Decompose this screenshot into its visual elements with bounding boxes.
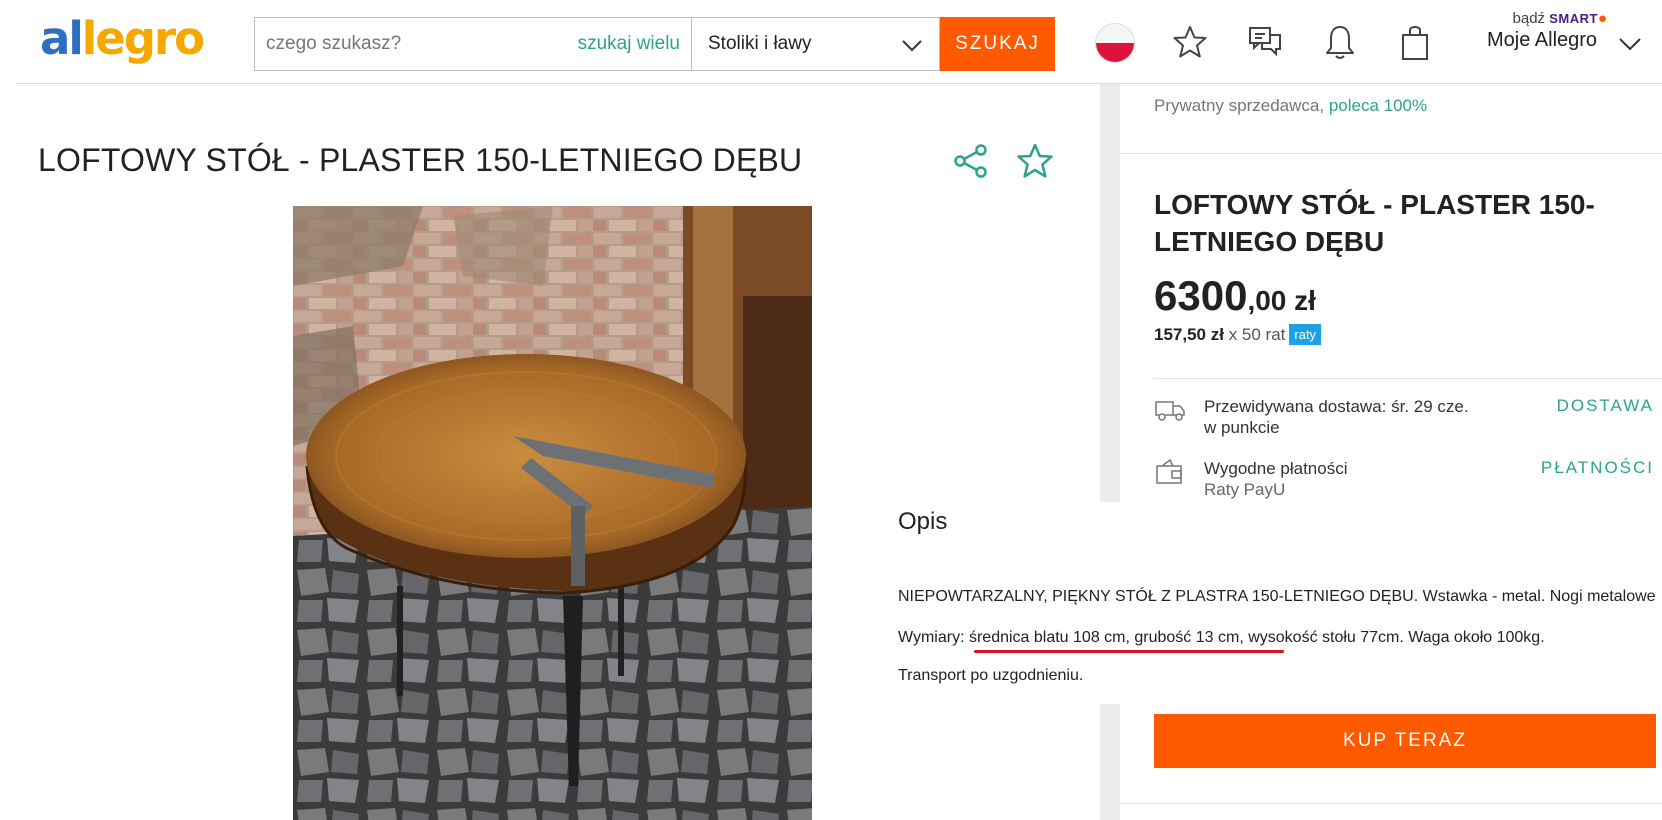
payments-link[interactable]: PŁATNOŚCI bbox=[1541, 458, 1654, 478]
chat-icon[interactable] bbox=[1243, 20, 1287, 64]
description-heading: Opis bbox=[898, 508, 948, 535]
payments-provider: Raty PayU bbox=[1204, 480, 1286, 499]
payments-row: Wygodne płatności Raty PayU PŁATNOŚCI bbox=[1154, 458, 1654, 502]
sidebar-separator bbox=[1100, 704, 1120, 820]
description-paragraph: NIEPOWTARZALNY, PIĘKNY STÓŁ Z PLASTRA 15… bbox=[898, 588, 1656, 605]
product-title: LOFTOWY STÓŁ - PLASTER 150-LETNIEGO DĘBU bbox=[38, 142, 803, 178]
product-photo[interactable] bbox=[293, 206, 812, 820]
star-icon[interactable] bbox=[1168, 20, 1212, 64]
delivery-method: w punkcie bbox=[1204, 418, 1280, 437]
flag-pl-icon[interactable] bbox=[1095, 23, 1135, 63]
delivery-row: Przewidywana dostawa: śr. 29 cze. w punkc… bbox=[1154, 396, 1654, 442]
seller-type: Prywatny sprzedawca, bbox=[1154, 96, 1325, 115]
red-underline-annotation bbox=[974, 650, 1284, 653]
category-select[interactable]: Stoliki i ławy bbox=[691, 17, 940, 71]
installment-count: x 50 rat bbox=[1228, 325, 1286, 344]
sidebar-separator bbox=[1100, 84, 1120, 502]
page: allegro szukaj wielu Stoliki i ławy SZUK… bbox=[0, 0, 1662, 820]
search-multi-link[interactable]: szukaj wielu bbox=[578, 33, 692, 55]
description-paragraph: Transport po uzgodnieniu. bbox=[898, 667, 1084, 684]
account-menu[interactable]: bądź SMART● Moje Allegro bbox=[1487, 10, 1637, 52]
offer-price: 6300,00 zł bbox=[1154, 272, 1316, 320]
payments-text: Wygodne płatności Raty PayU bbox=[1204, 458, 1348, 500]
chevron-down-icon[interactable] bbox=[1618, 34, 1642, 54]
seller-rating[interactable]: poleca 100% bbox=[1329, 96, 1427, 115]
offer-title: LOFTOWY STÓŁ - PLASTER 150-LETNIEGO DĘBU bbox=[1154, 189, 1595, 257]
header-divider bbox=[16, 83, 1662, 84]
search-box: szukaj wielu bbox=[254, 17, 692, 71]
description-paragraph: Wymiary: średnica blatu 108 cm, grubość … bbox=[898, 629, 1545, 646]
logo-part-1: al bbox=[40, 12, 84, 65]
buy-now-button[interactable]: KUP TERAZ bbox=[1154, 714, 1656, 768]
raty-badge[interactable]: raty bbox=[1289, 324, 1322, 345]
divider bbox=[1120, 153, 1662, 154]
bag-icon[interactable] bbox=[1393, 20, 1437, 64]
delivery-link[interactable]: DOSTAWA bbox=[1557, 396, 1654, 416]
truck-icon bbox=[1155, 401, 1185, 421]
allegro-logo[interactable]: allegro bbox=[40, 12, 205, 65]
price-cents: ,00 zł bbox=[1247, 285, 1316, 316]
top-header: allegro szukaj wielu Stoliki i ławy SZUK… bbox=[0, 0, 1662, 84]
delivery-estimate: Przewidywana dostawa: śr. 29 cze. bbox=[1204, 397, 1469, 416]
smart-label: SMART bbox=[1549, 11, 1598, 26]
bell-icon[interactable] bbox=[1318, 20, 1362, 64]
smart-pin-icon: ● bbox=[1597, 10, 1607, 27]
smart-promo: bądź SMART● bbox=[1487, 10, 1637, 27]
logo-part-2: legro bbox=[81, 12, 205, 65]
search-input[interactable] bbox=[255, 19, 578, 69]
account-label: Moje Allegro bbox=[1487, 29, 1598, 51]
payments-title: Wygodne płatności bbox=[1204, 459, 1348, 478]
installment-info: 157,50 zł x 50 rat raty bbox=[1154, 324, 1322, 345]
chevron-down-icon bbox=[902, 40, 922, 52]
divider bbox=[1120, 803, 1662, 804]
favorite-star-icon[interactable] bbox=[1016, 142, 1054, 180]
category-select-value: Stoliki i ławy bbox=[708, 33, 812, 54]
price-main: 6300 bbox=[1154, 272, 1248, 319]
seller-info: Prywatny sprzedawca, poleca 100% bbox=[1154, 96, 1427, 116]
search-button[interactable]: SZUKAJ bbox=[940, 17, 1055, 71]
divider bbox=[1154, 378, 1662, 379]
delivery-text: Przewidywana dostawa: śr. 29 cze. w punkc… bbox=[1204, 396, 1469, 438]
installment-amount: 157,50 zł bbox=[1154, 325, 1224, 344]
smart-prefix: bądź bbox=[1512, 10, 1546, 27]
share-icon[interactable] bbox=[952, 142, 990, 180]
wallet-icon bbox=[1156, 458, 1182, 484]
